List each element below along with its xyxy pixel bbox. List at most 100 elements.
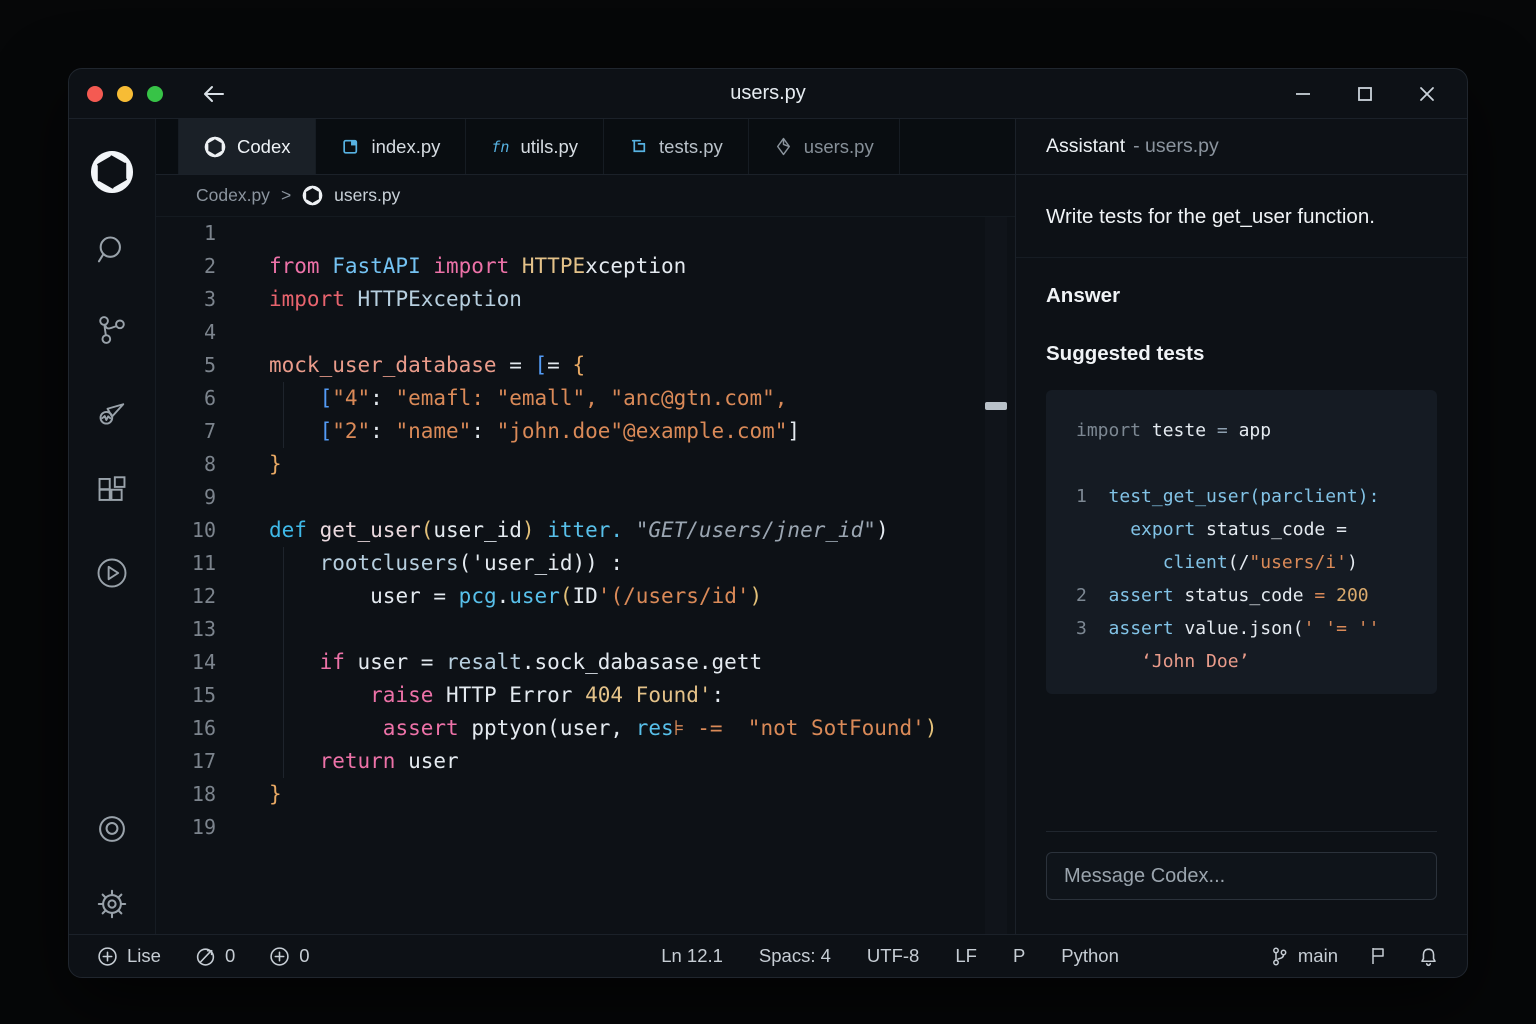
line-number: 16 [156,712,216,745]
line-number: 1 [156,217,216,250]
status-live-item[interactable]: Lise [97,945,161,967]
status-warnings-item[interactable]: 0 [269,945,309,967]
openai-breadcrumb-icon [302,185,323,206]
run-debug-icon[interactable] [94,393,130,429]
editor-scrollbar[interactable] [985,217,1007,934]
code-line[interactable]: 1 [156,217,1015,250]
target-icon[interactable] [95,812,129,846]
line-number: 19 [156,811,216,844]
code-line[interactable]: 17 return user [156,745,1015,778]
status-encoding[interactable]: UTF-8 [867,945,919,967]
minimize-traffic-light[interactable] [117,86,133,102]
code-line[interactable]: 3 assert value.json(' '= '' [1076,612,1427,645]
minimize-button[interactable] [1293,84,1313,104]
code-line[interactable]: export status_code = [1076,513,1427,546]
source-control-icon[interactable] [95,313,129,347]
line-number: 13 [156,613,216,646]
window-title: users.py [730,82,806,105]
minimize-icon [1294,85,1312,103]
code-line[interactable]: 2from FastAPI import HTTPException [156,250,1015,283]
line-number: 14 [156,646,216,679]
git-branch-item[interactable]: main [1269,945,1338,967]
code-line[interactable]: 19 [156,811,1015,844]
breadcrumb[interactable]: Codex.py > users.py [156,175,1015,217]
scrollbar-thumb[interactable] [985,402,1007,410]
code-text: mock_user_database = [= { [269,349,585,382]
git-branch-label: main [1298,945,1338,967]
maximize-button[interactable] [1355,84,1375,104]
tab-codex[interactable]: Codex [178,119,316,174]
bell-icon[interactable] [1418,946,1439,967]
code-line[interactable]: 14 if user = resalt.sock_dabasase.gett [156,646,1015,679]
code-line[interactable]: 10def get_user(user_id) itter. "GET/user… [156,514,1015,547]
code-text: if user = resalt.sock_dabasase.gett [269,646,762,679]
code-text: def get_user(user_id) itter. "GET/users/… [269,514,889,547]
back-button[interactable] [201,83,227,105]
answer-heading: Answer [1016,258,1467,308]
settings-gear-icon[interactable] [94,886,130,922]
assistant-header: Assistant - users.py [1016,119,1467,175]
status-line-col[interactable]: Ln 12.1 [661,945,723,967]
code-text: ["4": "emafl: "emall", "anc@gtn.com", [269,382,787,415]
code-line[interactable]: 4 [156,316,1015,349]
tab-users-py[interactable]: users.py [749,119,900,174]
tab-label: utils.py [520,136,578,158]
git-branch-icon [1269,946,1289,967]
code-line[interactable]: 11 rootclusers('user_id)) : [156,547,1015,580]
breadcrumb-folder[interactable]: Codex.py [196,185,270,206]
editor-lines: 12from FastAPI import HTTPException3impo… [156,217,1015,844]
app-window: users.py [68,68,1468,978]
status-p[interactable]: P [1013,945,1025,967]
search-icon[interactable] [95,233,129,267]
activity-bar [69,119,156,934]
code-line[interactable] [1076,447,1427,480]
code-line[interactable]: 5mock_user_database = [= { [156,349,1015,382]
tab-index-py[interactable]: index.py [316,119,466,174]
code-line[interactable]: import teste = app [1076,414,1427,447]
breadcrumb-file[interactable]: users.py [334,185,400,206]
tab-tests-py[interactable]: tests.py [604,119,749,174]
code-line[interactable]: 6 ["4": "emafl: "emall", "anc@gtn.com", [156,382,1015,415]
back-arrow-icon [201,83,227,105]
code-text: export status_code = [1076,519,1347,540]
assistant-prompt: Write tests for the get_user function. [1016,175,1467,258]
status-language[interactable]: Python [1061,945,1119,967]
extensions-icon[interactable] [95,475,129,509]
line-number: 3 [156,283,216,316]
code-editor[interactable]: 12from FastAPI import HTTPException3impo… [156,217,1015,934]
code-line[interactable]: client(/"users/i') [1076,546,1427,579]
status-live-label: Lise [127,945,161,967]
run-circle-icon[interactable] [94,555,130,591]
code-line[interactable]: 1 test_get_user(parclient): [1076,480,1427,513]
code-line[interactable]: 18} [156,778,1015,811]
code-line[interactable]: 15 raise HTTP Error 404 Found': [156,679,1015,712]
assistant-panel: Assistant - users.py Write tests for the… [1015,119,1467,934]
code-line[interactable]: 3import HTTPException [156,283,1015,316]
status-eol[interactable]: LF [955,945,977,967]
slash-circle-icon [195,946,216,967]
close-traffic-light[interactable] [87,86,103,102]
code-line[interactable]: 13 [156,613,1015,646]
message-codex-input[interactable] [1062,864,1421,889]
code-text: ‘John Doe’ [1076,651,1249,672]
message-input-box[interactable] [1046,852,1437,900]
code-line[interactable]: 9 [156,481,1015,514]
code-line[interactable]: 16 assert pptyon(user, res⊧ -= "not SotF… [156,712,1015,745]
line-number: 4 [156,316,216,349]
flag-icon[interactable] [1368,946,1388,967]
close-button[interactable] [1417,84,1437,104]
code-line[interactable]: ‘John Doe’ [1076,645,1427,678]
code-text: client(/"users/i') [1076,552,1358,573]
status-spaces[interactable]: Spacs: 4 [759,945,831,967]
tab-utils-py[interactable]: fn utils.py [466,119,604,174]
code-line[interactable]: 8} [156,448,1015,481]
code-line[interactable]: 7 ["2": "name": "john.doe"@example.com"] [156,415,1015,448]
close-icon [1418,85,1436,103]
zoom-traffic-light[interactable] [147,86,163,102]
assistant-divider [1046,831,1437,832]
code-line[interactable]: 12 user = pcg.user(ID'(/users/id') [156,580,1015,613]
status-errors-item[interactable]: 0 [195,945,235,967]
openai-logo-icon[interactable] [89,149,135,195]
tab-label: tests.py [659,136,723,158]
code-line[interactable]: 2 assert status_code = 200 [1076,579,1427,612]
